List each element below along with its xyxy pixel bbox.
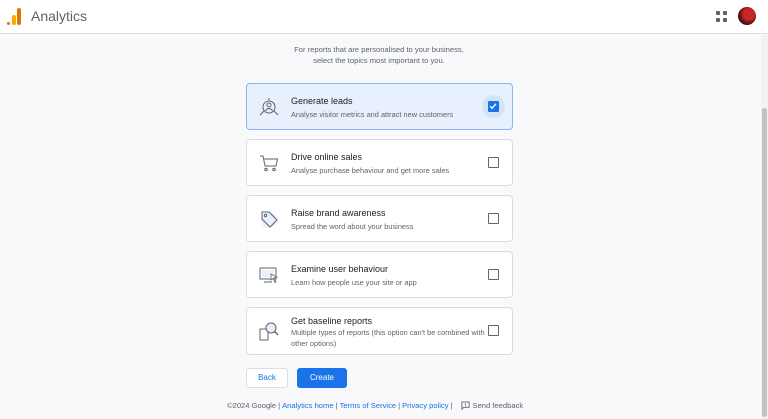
option-description: Analyse visitor metrics and attract new … <box>291 110 454 119</box>
copyright-text: ©2024 Google <box>227 401 277 410</box>
footer: ©2024 Google | Analytics home | Terms of… <box>227 401 523 410</box>
checkmark-icon <box>489 103 497 110</box>
monitor-cursor-icon <box>259 267 279 284</box>
option-checkbox[interactable] <box>488 213 499 224</box>
analytics-home-link[interactable]: Analytics home <box>282 401 334 410</box>
scrollbar-thumb[interactable] <box>762 108 767 417</box>
option-get-baseline-reports[interactable]: Get baseline reports Multiple types of r… <box>246 307 513 355</box>
option-title: Raise brand awareness <box>291 208 386 218</box>
option-title: Generate leads <box>291 96 353 106</box>
page-scrollbar[interactable] <box>761 35 768 419</box>
feedback-icon <box>460 401 470 410</box>
account-avatar[interactable] <box>738 7 756 25</box>
tag-icon <box>261 211 278 228</box>
option-checkbox[interactable] <box>488 101 499 112</box>
leads-target-icon <box>259 98 279 116</box>
intro-line-2: select the topics most important to you. <box>313 56 445 65</box>
option-description: Spread the word about your business <box>291 222 414 231</box>
footer-separator: | <box>278 401 281 410</box>
option-title: Get baseline reports <box>291 316 373 326</box>
send-feedback-button[interactable]: Send feedback <box>460 401 524 410</box>
option-checkbox[interactable] <box>488 157 499 168</box>
shopping-cart-icon <box>260 155 279 172</box>
create-button[interactable]: Create <box>297 368 347 388</box>
option-description: Analyse purchase behaviour and get more … <box>291 166 450 175</box>
option-examine-user-behaviour[interactable]: Examine user behaviour Learn how people … <box>246 251 513 298</box>
option-title: Drive online sales <box>291 152 363 162</box>
option-raise-brand-awareness[interactable]: Raise brand awareness Spread the word ab… <box>246 195 513 242</box>
terms-of-service-link[interactable]: Terms of Service <box>340 401 397 410</box>
option-description: Multiple types of reports (this option c… <box>291 328 485 348</box>
top-app-bar: Analytics <box>0 0 768 34</box>
app-title: Analytics <box>31 8 88 24</box>
option-checkbox[interactable] <box>488 325 499 336</box>
option-generate-leads[interactable]: Generate leads Analyse visitor metrics a… <box>246 83 513 130</box>
footer-separator: | <box>450 401 453 410</box>
google-apps-icon[interactable] <box>716 11 727 22</box>
option-title: Examine user behaviour <box>291 264 389 274</box>
option-checkbox[interactable] <box>488 269 499 280</box>
analytics-logo-icon <box>7 8 21 25</box>
footer-separator: | <box>398 401 401 410</box>
send-feedback-label: Send feedback <box>472 401 524 410</box>
option-drive-online-sales[interactable]: Drive online sales Analyse purchase beha… <box>246 139 513 186</box>
intro-text: For reports that are personalised to you… <box>200 44 558 66</box>
option-description: Learn how people use your site or app <box>291 278 417 287</box>
privacy-policy-link[interactable]: Privacy policy <box>402 401 448 410</box>
footer-separator: | <box>335 401 338 410</box>
back-button[interactable]: Back <box>246 368 288 388</box>
intro-line-1: For reports that are personalised to you… <box>294 45 464 54</box>
search-reports-icon <box>259 322 279 341</box>
